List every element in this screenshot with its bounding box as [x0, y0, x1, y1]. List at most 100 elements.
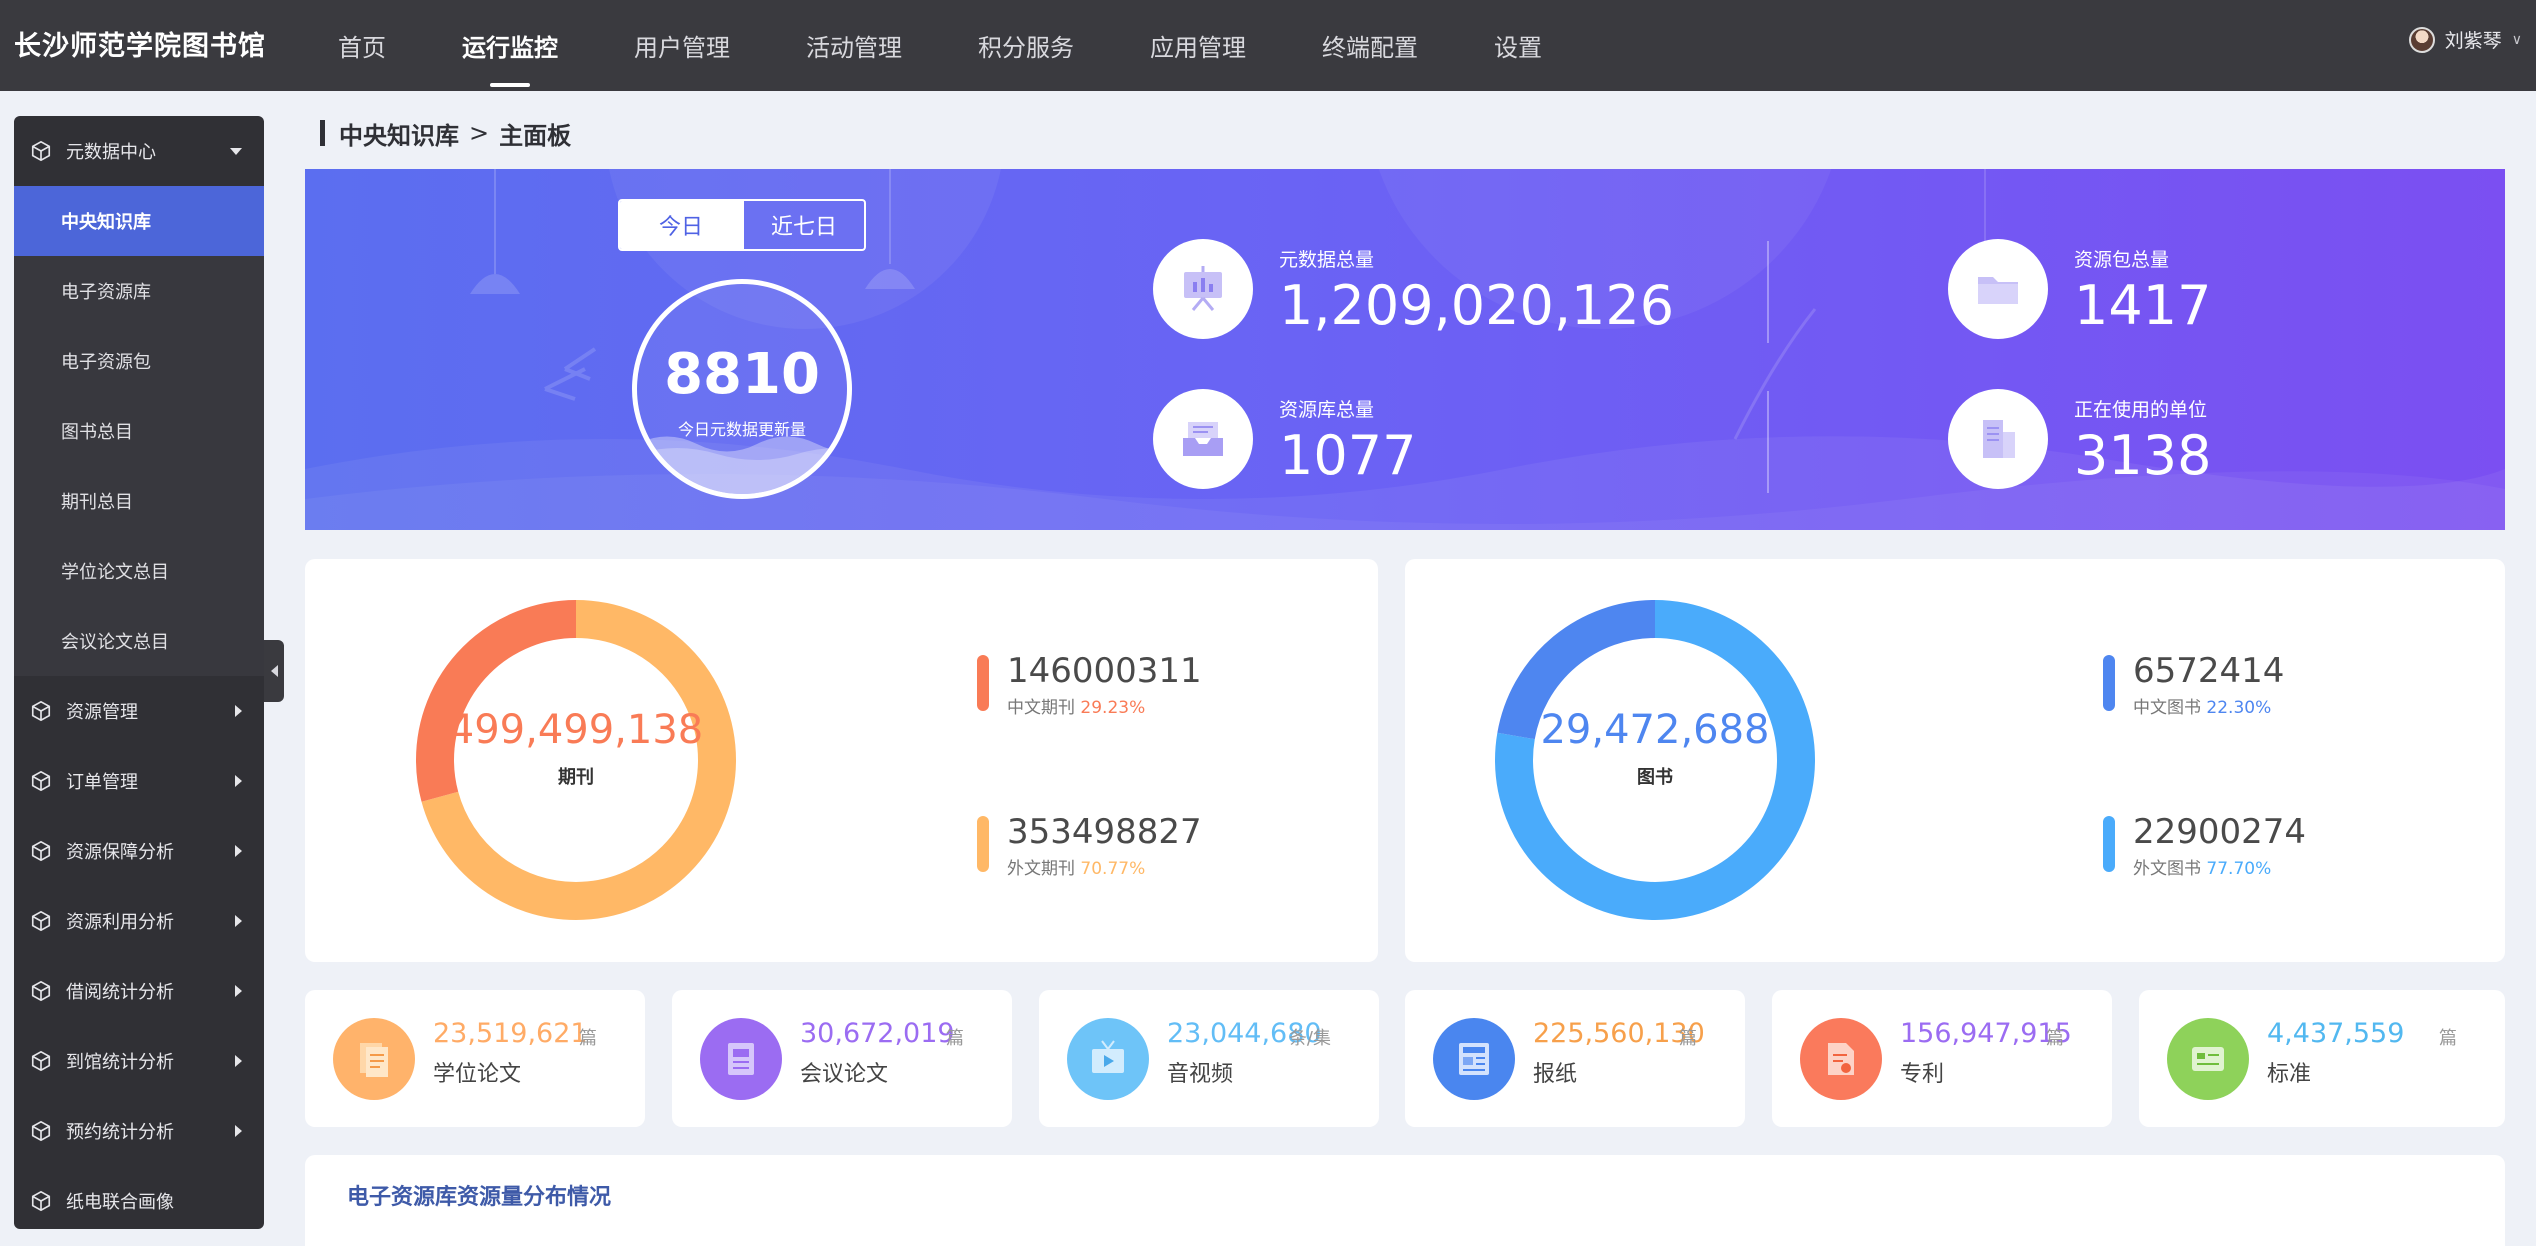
resource-name: 报纸: [1533, 1062, 1578, 1087]
sidebar-item-resource-management[interactable]: 资源管理: [14, 676, 264, 746]
sidebar-item-label: 纸电联合画像: [66, 1192, 174, 1213]
legend-swatch: [977, 655, 989, 711]
nav-operation-monitor[interactable]: 运行监控: [424, 0, 596, 91]
stat-value: 3138: [2074, 423, 2212, 487]
legend-chinese-books: 6572414 中文图书 22.30%: [2103, 651, 2284, 718]
sidebar-item-book-catalog[interactable]: 图书总目: [14, 396, 264, 466]
resource-card-patent[interactable]: 156,947,915 篇 专利: [1772, 990, 2112, 1127]
today-update-count: 8810: [664, 342, 820, 407]
resource-unit: 篇: [946, 1028, 964, 1049]
sidebar-item-conference-catalog[interactable]: 会议论文总目: [14, 606, 264, 676]
stat-label: 资源包总量: [2074, 248, 2170, 271]
sidebar-submenu: 中央知识库 电子资源库 电子资源包 图书总目 期刊总目 学位论文总目 会议论文总…: [14, 186, 264, 676]
sidebar-item-e-resource-package[interactable]: 电子资源包: [14, 326, 264, 396]
patent-icon: [1800, 1018, 1882, 1100]
nav-terminal-config[interactable]: 终端配置: [1284, 0, 1456, 91]
caret-right-icon: [235, 705, 242, 717]
resource-count: 30,672,019: [800, 1018, 955, 1049]
sidebar-item-thesis-catalog[interactable]: 学位论文总目: [14, 536, 264, 606]
periodicals-card: 499,499,138 期刊 146000311 中文期刊 29.23% 353…: [305, 559, 1378, 962]
legend-value: 22900274: [2133, 812, 2307, 852]
legend-percent: 77.70%: [2206, 859, 2272, 879]
periodicals-total: 499,499,138: [448, 707, 704, 753]
tab-today[interactable]: 今日: [620, 201, 742, 249]
nav-app-management[interactable]: 应用管理: [1112, 0, 1284, 91]
breadcrumb-parent[interactable]: 中央知识库: [339, 116, 459, 151]
sidebar-item-paper-digital-profile[interactable]: 纸电联合画像: [14, 1166, 264, 1229]
newspaper-icon: [1433, 1018, 1515, 1100]
caret-left-icon: [270, 665, 278, 677]
legend-chinese-periodicals: 146000311 中文期刊 29.23%: [977, 651, 1202, 718]
resource-count: 4,437,559: [2267, 1018, 2405, 1049]
sidebar-item-order-management[interactable]: 订单管理: [14, 746, 264, 816]
cube-icon: [31, 1120, 51, 1142]
resource-name: 专利: [1900, 1062, 1945, 1087]
sidebar-item-central-knowledge-base[interactable]: 中央知识库: [14, 186, 264, 256]
resource-name: 学位论文: [433, 1062, 522, 1087]
nav-settings[interactable]: 设置: [1456, 0, 1580, 91]
divider: [1767, 241, 1769, 343]
legend-swatch: [977, 816, 989, 872]
legend-percent: 22.30%: [2206, 698, 2272, 718]
stat-label: 资源库总量: [1279, 398, 1375, 421]
tv-icon: [1067, 1018, 1149, 1100]
legend-value: 353498827: [1007, 812, 1202, 852]
standard-card-icon: [2167, 1018, 2249, 1100]
resource-card-conference[interactable]: 30,672,019 篇 会议论文: [672, 990, 1012, 1127]
library-brand[interactable]: 长沙师范学院图书馆: [14, 24, 266, 63]
sidebar-item-e-resource-library[interactable]: 电子资源库: [14, 256, 264, 326]
sidebar-item-resource-usage-analysis[interactable]: 资源利用分析: [14, 886, 264, 956]
resource-card-standard[interactable]: 4,437,559 篇 标准: [2139, 990, 2505, 1127]
top-navigation-bar: 长沙师范学院图书馆 首页 运行监控 用户管理 活动管理 积分服务 应用管理 终端…: [0, 0, 2536, 91]
stat-value: 1077: [1279, 423, 1417, 487]
legend-value: 146000311: [1007, 651, 1202, 691]
breadcrumb-current: 主面板: [499, 121, 572, 150]
sidebar-item-visit-stats[interactable]: 到馆统计分析: [14, 1026, 264, 1096]
cube-icon: [31, 1190, 51, 1212]
legend-swatch: [2103, 655, 2115, 711]
user-name: 刘紫琴: [2444, 30, 2502, 52]
resource-card-audio-video[interactable]: 23,044,680 条/集 音视频: [1039, 990, 1379, 1127]
divider: [1767, 391, 1769, 493]
nav-activity-management[interactable]: 活动管理: [768, 0, 940, 91]
legend-value: 6572414: [2133, 651, 2285, 691]
sidebar-item-periodical-catalog[interactable]: 期刊总目: [14, 466, 264, 536]
chevron-down-icon: ∨: [2511, 31, 2522, 48]
cube-icon: [31, 140, 51, 162]
sidebar-item-label: 预约统计分析: [66, 1122, 174, 1143]
nav-home[interactable]: 首页: [300, 0, 424, 91]
sidebar-item-borrowing-stats[interactable]: 借阅统计分析: [14, 956, 264, 1026]
sidebar: 元数据中心 中央知识库 电子资源库 电子资源包 图书总目 期刊总目 学位论文总目…: [14, 116, 264, 1229]
cube-icon: [31, 910, 51, 932]
stat-value: 1417: [2074, 273, 2212, 337]
resource-name: 音视频: [1167, 1062, 1234, 1087]
nav-points-service[interactable]: 积分服务: [940, 0, 1112, 91]
resource-unit: 篇: [579, 1028, 597, 1049]
books-label: 图书: [1637, 767, 1673, 788]
sidebar-item-resource-guarantee-analysis[interactable]: 资源保障分析: [14, 816, 264, 886]
caret-right-icon: [235, 985, 242, 997]
caret-down-icon: [230, 148, 242, 155]
cube-icon: [31, 840, 51, 862]
resource-unit: 条/集: [1288, 1028, 1331, 1049]
nav-user-management[interactable]: 用户管理: [596, 0, 768, 91]
tab-last-seven-days[interactable]: 近七日: [742, 201, 864, 249]
sidebar-item-reservation-stats[interactable]: 预约统计分析: [14, 1096, 264, 1166]
breadcrumb-marker: [320, 120, 325, 146]
resource-card-newspaper[interactable]: 225,560,130 篇 报纸: [1405, 990, 1745, 1127]
caret-right-icon: [235, 1125, 242, 1137]
cube-icon: [31, 1050, 51, 1072]
presentation-chart-icon: [1153, 239, 1253, 339]
document-icon: [333, 1018, 415, 1100]
resource-count: 23,519,621: [433, 1018, 588, 1049]
breadcrumb-separator: >: [469, 119, 490, 147]
sidebar-collapse-button[interactable]: [264, 640, 284, 702]
user-menu[interactable]: 刘紫琴 ∨: [2408, 26, 2522, 53]
cube-icon: [31, 980, 51, 1002]
sidebar-item-label: 资源保障分析: [66, 842, 174, 863]
stat-label: 元数据总量: [1279, 248, 1375, 271]
sidebar-group-metadata-center[interactable]: 元数据中心: [14, 116, 264, 186]
sidebar-item-label: 借阅统计分析: [66, 982, 174, 1003]
sidebar-item-label: 元数据中心: [66, 142, 156, 163]
resource-card-thesis[interactable]: 23,519,621 篇 学位论文: [305, 990, 645, 1127]
